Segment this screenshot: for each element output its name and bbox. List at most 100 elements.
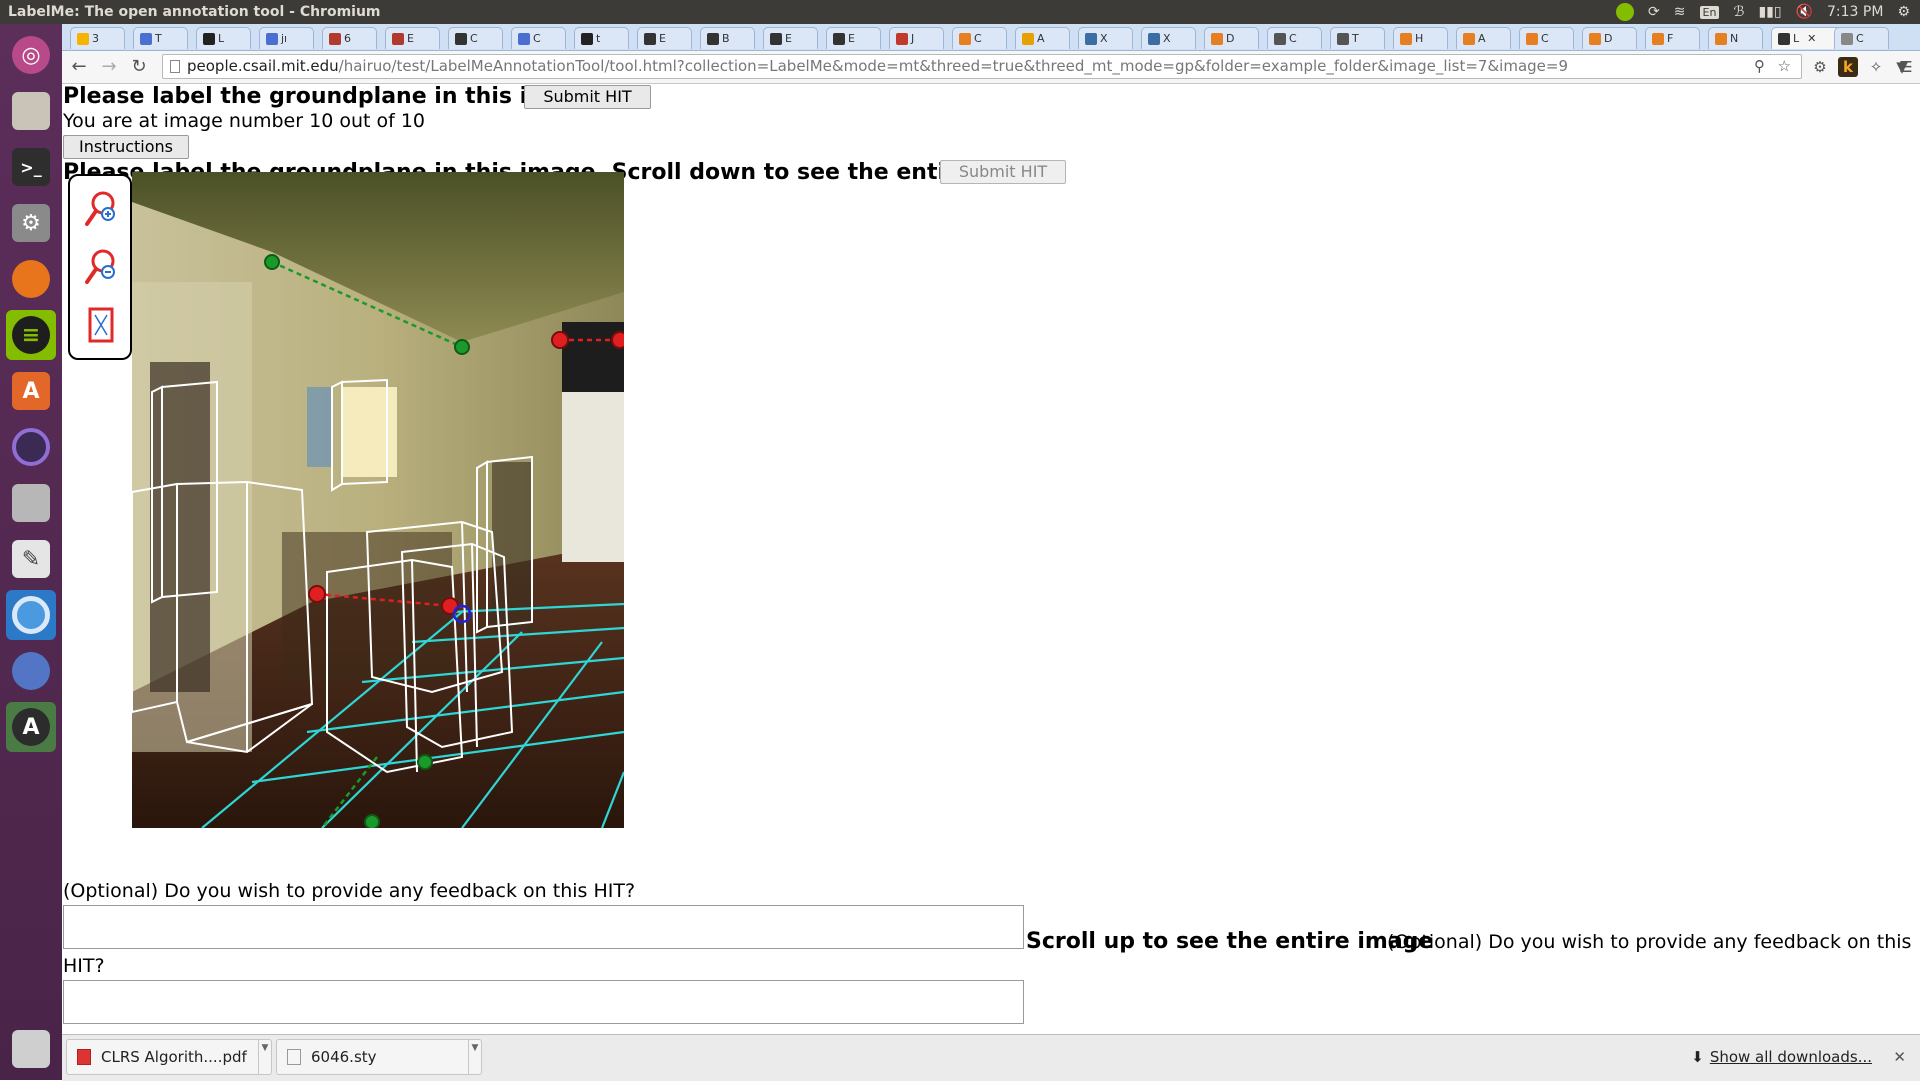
extension-puzzle-icon[interactable]: ⚙ (1810, 57, 1830, 77)
download-item-sty[interactable]: 6046.sty ▼ (276, 1039, 482, 1075)
browser-tab[interactable]: D (1204, 27, 1259, 49)
browser-tab[interactable]: H (1393, 27, 1448, 49)
download-menu-caret-icon[interactable]: ▼ (258, 1040, 271, 1074)
control-point-red[interactable] (308, 585, 326, 603)
launcher-shotwell-icon[interactable] (6, 646, 56, 696)
browser-tab[interactable]: C (952, 27, 1007, 49)
browser-tab[interactable]: E (385, 27, 440, 49)
control-point-red[interactable] (611, 331, 624, 349)
feedback-prompt-2: (Optional) Do you wish to provide any fe… (1387, 931, 1912, 953)
browser-tab[interactable]: t (574, 27, 629, 49)
browser-tab[interactable]: E (763, 27, 818, 49)
tab-favicon-icon (329, 32, 341, 45)
clock[interactable]: 7:13 PM (1827, 4, 1883, 20)
browser-tab[interactable]: A (1456, 27, 1511, 49)
control-point-green[interactable] (264, 254, 280, 270)
browser-tab[interactable]: T (133, 27, 188, 49)
keyboard-layout-indicator[interactable]: En (1699, 5, 1720, 19)
browser-tab[interactable]: C (1834, 27, 1889, 49)
battery-icon[interactable]: ▮▮▯ (1758, 4, 1781, 20)
download-item-pdf[interactable]: CLRS Algorith....pdf ▼ (66, 1039, 272, 1075)
sync-icon[interactable]: ⟳ (1648, 4, 1660, 20)
browser-tab[interactable]: A (1015, 27, 1070, 49)
browser-tab[interactable]: J (889, 27, 944, 49)
tab-close-icon[interactable]: ✕ (1807, 32, 1816, 45)
feedback-prompt-2-end: HIT? (63, 955, 105, 977)
browser-tab[interactable]: E (637, 27, 692, 49)
zoom-in-icon[interactable] (84, 190, 118, 228)
browser-tab[interactable]: X (1141, 27, 1196, 49)
launcher-terminal-icon[interactable]: >_ (6, 142, 56, 192)
show-all-downloads-link[interactable]: ⬇ Show all downloads... (1691, 1048, 1872, 1066)
control-point-green[interactable] (417, 754, 433, 770)
browser-tab[interactable]: C (511, 27, 566, 49)
submit-hit-button-disabled[interactable]: Submit HIT (940, 160, 1066, 184)
wifi-icon[interactable]: ≋ (1674, 4, 1686, 20)
zoom-icon[interactable]: ⚲ (1754, 55, 1765, 78)
address-bar[interactable]: people.csail.mit.edu/hairuo/test/LabelMe… (162, 54, 1802, 79)
page-heading: Please label the groundplane in this ima… (63, 84, 604, 109)
browser-tab[interactable]: X (1078, 27, 1133, 49)
launcher-ubuntu-icon[interactable]: ◎ (6, 30, 56, 80)
browser-tab[interactable]: D (1582, 27, 1637, 49)
browser-tab[interactable]: 3 (70, 27, 125, 49)
menu-hamburger-icon[interactable]: ☰ (1896, 57, 1916, 77)
settings-gear-icon[interactable]: ⚙ (1897, 4, 1910, 20)
launcher-trash-icon[interactable] (6, 1024, 56, 1074)
tab-label: C (1289, 32, 1297, 45)
spotify-tray-icon[interactable] (1616, 3, 1635, 21)
browser-tab[interactable]: 6 (322, 27, 377, 49)
url-path: /hairuo/test/LabelMeAnnotationTool/tool.… (338, 57, 1568, 75)
control-point-green[interactable] (454, 339, 470, 355)
close-downloads-icon[interactable]: ✕ (1893, 1048, 1906, 1066)
forward-button[interactable]: → (98, 56, 120, 78)
feedback-textarea-2[interactable] (63, 980, 1024, 1024)
reload-button[interactable]: ↻ (128, 56, 150, 78)
tab-label: E (407, 32, 414, 45)
back-button[interactable]: ← (68, 56, 90, 78)
browser-tab[interactable]: jı (259, 27, 314, 49)
browser-tab[interactable]: E (826, 27, 881, 49)
launcher-chromium-icon[interactable] (6, 590, 56, 640)
control-point-green[interactable] (364, 814, 380, 828)
submit-hit-button[interactable]: Submit HIT (524, 85, 651, 109)
feedback-textarea[interactable] (63, 905, 1024, 949)
launcher-spotify-icon[interactable]: ≡ (6, 310, 56, 360)
launcher-editor-icon[interactable]: ✎ (6, 534, 56, 584)
browser-tab[interactable]: B (700, 27, 755, 49)
download-filename: CLRS Algorith....pdf (101, 1048, 247, 1066)
launcher-files-icon[interactable] (6, 86, 56, 136)
fit-to-screen-icon[interactable] (84, 306, 118, 344)
zoom-out-icon[interactable] (84, 248, 118, 286)
download-menu-caret-icon[interactable]: ▼ (468, 1040, 481, 1074)
browser-tab[interactable]: T (1330, 27, 1385, 49)
tab-favicon-icon (392, 32, 404, 45)
browser-tab[interactable]: F (1645, 27, 1700, 49)
bookmark-star-icon[interactable]: ☆ (1778, 55, 1791, 78)
tab-favicon-icon (518, 32, 530, 45)
tab-favicon-icon (266, 32, 278, 45)
browser-tab[interactable]: N (1708, 27, 1763, 49)
browser-tab[interactable]: L (196, 27, 251, 49)
tab-favicon-icon (1841, 32, 1853, 45)
extension-k-icon[interactable]: k (1838, 57, 1858, 77)
launcher-settings-icon[interactable]: ⚙ (6, 198, 56, 248)
tab-favicon-icon (1400, 32, 1412, 45)
browser-tab[interactable]: C (1519, 27, 1574, 49)
browser-tab[interactable]: C (1267, 27, 1322, 49)
launcher-app-ring-icon[interactable] (6, 422, 56, 472)
launcher-firefox-icon[interactable] (6, 254, 56, 304)
tab-label: 3 (92, 32, 99, 45)
browser-tab[interactable]: C (448, 27, 503, 49)
control-point-red[interactable] (551, 331, 569, 349)
instructions-button[interactable]: Instructions (63, 135, 189, 159)
launcher-software-center-icon[interactable]: A (6, 366, 56, 416)
page-info-icon[interactable] (170, 60, 180, 73)
annotation-image-canvas[interactable] (132, 172, 624, 828)
download-filename: 6046.sty (311, 1048, 377, 1066)
extension-satellite-icon[interactable]: ✧ (1866, 57, 1886, 77)
launcher-updater-icon[interactable]: A (6, 702, 56, 752)
launcher-drive-icon[interactable] (6, 478, 56, 528)
volume-muted-icon[interactable]: 🔇 (1796, 4, 1813, 20)
bluetooth-icon[interactable]: ℬ (1733, 4, 1744, 20)
